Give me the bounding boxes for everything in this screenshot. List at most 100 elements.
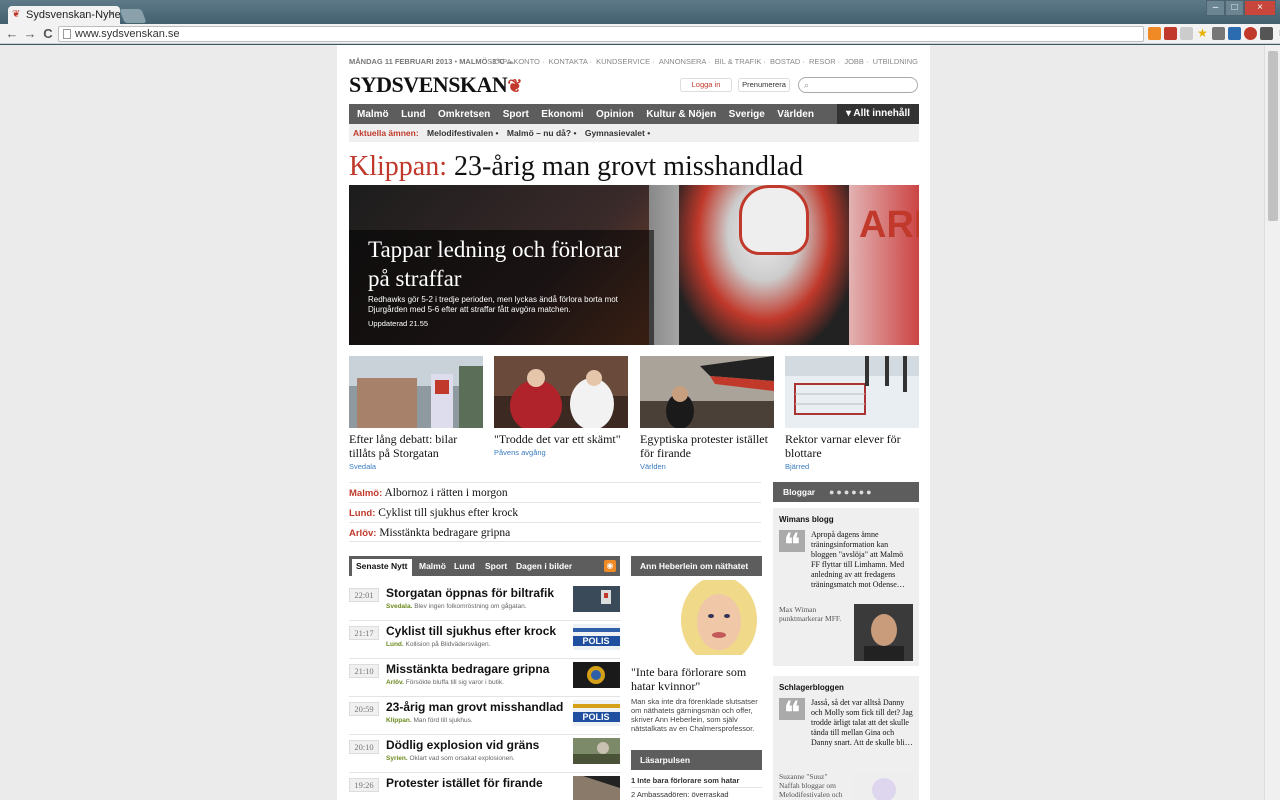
subscribe-button[interactable]: Prenumerera	[738, 78, 790, 92]
top-link[interactable]: KUNDSERVICE	[596, 57, 650, 66]
close-window-button[interactable]: ×	[1244, 0, 1276, 16]
bookmark-star-icon[interactable]: ★	[1196, 27, 1209, 40]
tab-close-icon[interactable]: ×	[109, 9, 115, 20]
pocket-icon[interactable]	[1260, 27, 1273, 40]
sydsvenskan-logo[interactable]: SYDSVENSKAN❦	[349, 72, 522, 98]
article-card[interactable]: Rektor varnar elever för blottare Bjärre…	[785, 356, 919, 471]
quote-icon: ❝	[779, 697, 805, 729]
browser-toolbar: ← → C www.sydsvenskan.se ★ ≡	[0, 24, 1280, 44]
tab-senaste-nytt[interactable]: Senaste Nytt	[352, 559, 412, 576]
all-content-button[interactable]: ▾ Allt innehåll	[837, 104, 919, 124]
topic-link[interactable]: Malmö – nu då? •	[507, 128, 577, 138]
menu-icon[interactable]: ≡	[1276, 27, 1280, 40]
tab-lund[interactable]: Lund	[454, 559, 475, 573]
nav-item-malmo[interactable]: Malmö	[357, 105, 389, 125]
article-card[interactable]: Egyptiska protester istället för firande…	[640, 356, 774, 471]
top-link[interactable]: BOSTAD	[770, 57, 800, 66]
address-bar[interactable]: www.sydsvenskan.se	[58, 26, 1144, 42]
search-input[interactable]: ⌕	[798, 77, 918, 93]
link-row[interactable]: Lund: Cyklist till sjukhus efter krock	[349, 502, 761, 522]
article-card[interactable]: "Trodde det var ett skämt" Påvens avgång	[494, 356, 628, 457]
nav-item-sport[interactable]: Sport	[503, 105, 529, 125]
rss-icon[interactable]: ◉	[604, 560, 616, 572]
nav-item-opinion[interactable]: Opinion	[596, 105, 634, 125]
blogger-photo	[854, 772, 913, 800]
sydsvenskan-page: MÅNDAG 11 FEBRUARI 2013 • MALMÖ -3°C ☁ S…	[337, 45, 930, 800]
nav-item-lund[interactable]: Lund	[401, 105, 425, 125]
news-item[interactable]: 21:17 Cyklist till sjukhus efter krock L…	[349, 621, 620, 659]
reload-icon[interactable]: C	[40, 26, 56, 42]
topic-link[interactable]: Melodifestivalen •	[427, 128, 498, 138]
lasarpulsen-item[interactable]: 1 Inte bara förlorare som hatar	[631, 774, 762, 788]
topic-link[interactable]: Gymnasievalet •	[585, 128, 650, 138]
rss-extension-icon[interactable]	[1148, 27, 1161, 40]
back-icon[interactable]: ←	[4, 26, 20, 42]
card-category[interactable]: Svedala	[349, 462, 483, 471]
blog-text[interactable]: Jasså, så det var alltså Danny och Molly…	[811, 698, 913, 748]
card-category[interactable]: Påvens avgång	[494, 448, 628, 457]
tab-malmo[interactable]: Malmö	[419, 559, 446, 573]
opinion-header[interactable]: Ann Heberlein om näthatet	[631, 556, 762, 576]
adblock-icon[interactable]	[1164, 27, 1177, 40]
link-row[interactable]: Arlöv: Misstänkta bedragare gripna	[349, 522, 761, 542]
news-item[interactable]: 21:10 Misstänkta bedragare gripna Arlöv.…	[349, 659, 620, 697]
article-card[interactable]: Efter lång debatt: bilar tillåts på Stor…	[349, 356, 483, 471]
card-image	[494, 356, 628, 428]
bloggar-title: Bloggar	[783, 487, 816, 497]
news-item[interactable]: 20:59 23-årig man grovt misshandlad Klip…	[349, 697, 620, 735]
news-time: 22:01	[349, 588, 379, 602]
news-item[interactable]: 20:10 Dödlig explosion vid gräns Syrien.…	[349, 735, 620, 773]
hero-article[interactable]: ARI Tappar ledning och förlorar på straf…	[349, 185, 919, 345]
news-desc: Man förd till sjukhus.	[413, 717, 473, 724]
griffin-icon: ❦	[507, 76, 522, 96]
ann-heberlein-portrait[interactable]	[631, 580, 762, 655]
blog-card[interactable]: Wimans blogg ❝ Apropå dagens ämne tränin…	[773, 508, 919, 666]
top-link[interactable]: JOBB	[844, 57, 864, 66]
svg-text:POLIS: POLIS	[582, 712, 609, 722]
extension-icon[interactable]	[1244, 27, 1257, 40]
maximize-button[interactable]: □	[1225, 0, 1244, 16]
news-item[interactable]: 19:26 Protester istället för firande	[349, 773, 620, 800]
hero-text: Redhawks gör 5-2 i tredje perioden, men …	[368, 295, 618, 314]
quote-icon: ❝	[779, 529, 805, 561]
hero-updated: Uppdaterad 21.55	[368, 319, 429, 328]
blog-name[interactable]: Schlagerbloggen	[779, 683, 844, 692]
card-category[interactable]: Världen	[640, 462, 774, 471]
new-tab-button[interactable]	[119, 9, 147, 23]
top-headline[interactable]: Klippan: 23-årig man grovt misshandlad	[349, 151, 803, 183]
top-link[interactable]: UTBILDNING	[873, 57, 918, 66]
card-category[interactable]: Bjärred	[785, 462, 919, 471]
top-link[interactable]: ANNONSERA	[659, 57, 706, 66]
link-row[interactable]: Malmö: Albornoz i rätten i morgon	[349, 482, 761, 502]
forward-icon[interactable]: →	[22, 26, 38, 42]
nav-item-ekonomi[interactable]: Ekonomi	[541, 105, 583, 125]
top-link[interactable]: BIL & TRAFIK	[715, 57, 762, 66]
blog-card[interactable]: Schlagerbloggen ❝ Jasså, så det var allt…	[773, 676, 919, 800]
page-action-icon[interactable]	[1180, 27, 1193, 40]
browser-tab[interactable]: ❦ Sydsvenskan-Nyhete ×	[8, 6, 120, 24]
minimize-button[interactable]: –	[1206, 0, 1225, 16]
nav-item-varlden[interactable]: Världen	[777, 105, 814, 125]
extension-icon[interactable]	[1228, 27, 1241, 40]
news-thumb	[573, 662, 620, 688]
tab-dagen-i-bilder[interactable]: Dagen i bilder	[516, 559, 572, 573]
blog-text[interactable]: Apropå dagens ämne träningsinformation k…	[811, 530, 913, 590]
extension-icon[interactable]	[1212, 27, 1225, 40]
nav-item-kultur[interactable]: Kultur & Nöjen	[646, 105, 716, 125]
news-item[interactable]: 22:01 Storgatan öppnas för biltrafik Sve…	[349, 583, 620, 621]
scrollbar-thumb[interactable]	[1268, 51, 1278, 221]
lasarpulsen-item[interactable]: 2 Ambassadören: överraskad	[631, 788, 762, 800]
carousel-dots[interactable]: ●●●●●●	[829, 482, 874, 502]
login-button[interactable]: Logga in	[680, 78, 732, 92]
nav-item-sverige[interactable]: Sverige	[729, 105, 765, 125]
nav-item-omkretsen[interactable]: Omkretsen	[438, 105, 490, 125]
blog-name[interactable]: Wimans blogg	[779, 515, 834, 524]
tab-sport[interactable]: Sport	[485, 559, 507, 573]
top-link[interactable]: SKAPA KONTO	[487, 57, 540, 66]
top-link[interactable]: RESOR	[809, 57, 836, 66]
opinion-quote[interactable]: "Inte bara förlorare som hatar kvinnor"	[631, 665, 762, 693]
news-time: 20:59	[349, 702, 379, 716]
svg-text:POLIS: POLIS	[582, 636, 609, 646]
vertical-scrollbar[interactable]	[1264, 45, 1280, 800]
top-link[interactable]: KONTAKTA	[549, 57, 588, 66]
